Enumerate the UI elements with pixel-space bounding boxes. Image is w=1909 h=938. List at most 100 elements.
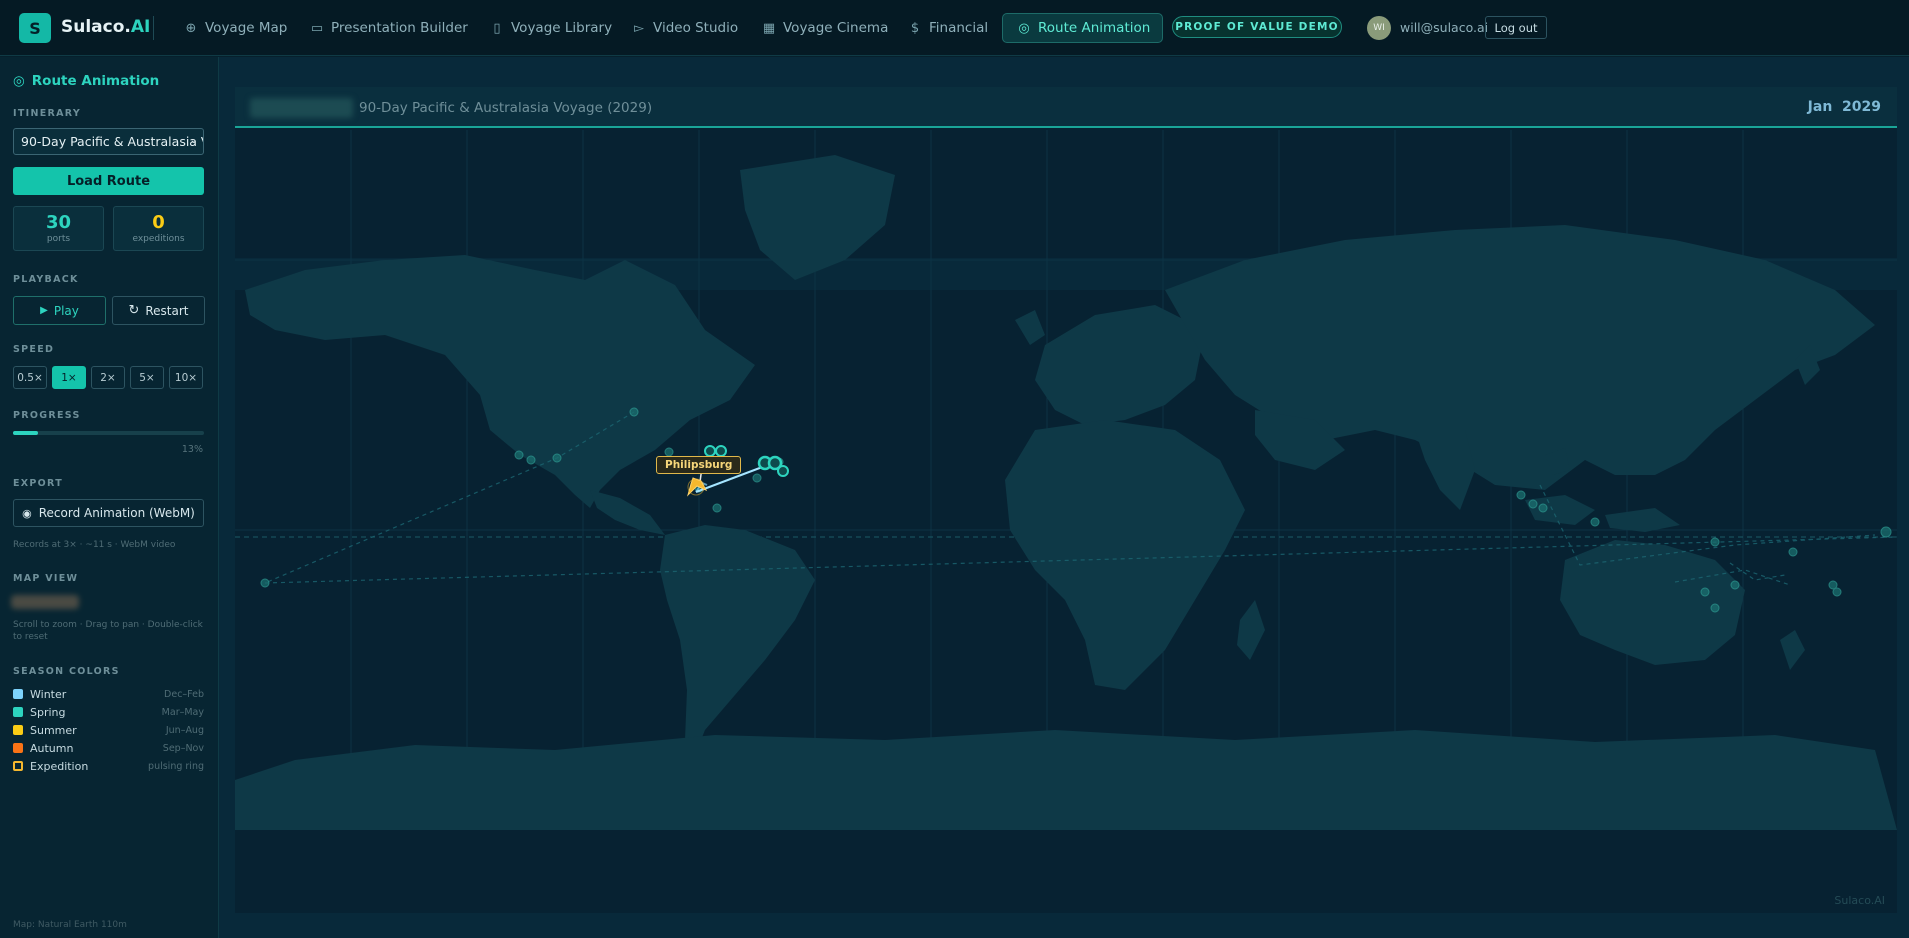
port-marker	[712, 503, 722, 513]
map-view-control[interactable]	[11, 595, 79, 609]
ports-label: ports	[46, 234, 71, 244]
route-icon: ◎	[1018, 20, 1030, 36]
season-winter: Winter Dec–Feb	[13, 687, 204, 701]
port-marker	[1538, 503, 1548, 513]
avatar[interactable]: WI	[1367, 16, 1391, 40]
central-america-land	[590, 490, 665, 535]
port-marker	[526, 455, 536, 465]
madagascar-land	[1237, 600, 1265, 660]
antarctica-land	[235, 730, 1897, 830]
speed-0-5x-button[interactable]: 0.5×	[13, 366, 47, 389]
port-marker	[629, 407, 639, 417]
dollar-icon: $	[910, 20, 920, 36]
europe-land	[1035, 305, 1205, 425]
logo-icon[interactable]: S	[19, 13, 51, 43]
season-spring: Spring Mar–May	[13, 705, 204, 719]
map-header: 90-Day Pacific & Australasia Voyage (202…	[235, 87, 1897, 128]
playback-label: PLAYBACK	[13, 274, 79, 285]
port-marker	[1710, 603, 1720, 613]
film-icon: ▦	[762, 20, 776, 36]
route-icon: ◎	[13, 73, 25, 89]
progress-bar	[13, 431, 204, 435]
map-view-note: Scroll to zoom · Drag to pan · Double-cl…	[13, 620, 203, 642]
record-animation-button[interactable]: ◉ Record Animation (WebM)	[13, 499, 204, 527]
nav-route-animation[interactable]: ◎ Route Animation	[1002, 13, 1164, 43]
port-marker	[1788, 547, 1798, 557]
port-marker	[1730, 580, 1740, 590]
map-frame[interactable]: 90-Day Pacific & Australasia Voyage (202…	[235, 87, 1897, 913]
speed-2x-button[interactable]: 2×	[91, 366, 125, 389]
port-marker	[715, 445, 727, 457]
export-label: EXPORT	[13, 478, 64, 489]
brand-name[interactable]: Sulaco.AI	[61, 17, 150, 37]
play-button[interactable]: ▶ Play	[13, 296, 106, 325]
client-logo	[250, 98, 353, 118]
world-map[interactable]	[235, 130, 1897, 830]
play-icon: ▶	[40, 305, 48, 316]
expeditions-count: 0	[152, 212, 165, 233]
speed-10x-button[interactable]: 10×	[169, 366, 203, 389]
new-zealand-land	[1780, 630, 1805, 670]
expedition-swatch	[13, 761, 23, 771]
port-marker	[1528, 499, 1538, 509]
top-navigation-bar: S Sulaco.AI ⊕ Voyage Map ▭ Presentation …	[0, 0, 1909, 56]
port-marker	[260, 578, 270, 588]
expeditions-stat-card: 0 expeditions	[113, 206, 204, 251]
map-stage: 90-Day Pacific & Australasia Voyage (202…	[219, 57, 1909, 938]
progress-percent: 13%	[181, 444, 203, 455]
panel-title: ◎ Route Animation	[13, 73, 160, 89]
africa-land	[1005, 420, 1245, 690]
port-marker	[704, 445, 716, 457]
map-source-note: Map: Natural Earth 110m	[13, 920, 127, 930]
map-view-label: MAP VIEW	[13, 573, 79, 584]
port-marker	[552, 453, 562, 463]
new-guinea-land	[1605, 508, 1680, 532]
user-email: will@sulaco.ai	[1400, 20, 1489, 35]
globe-icon: ⊕	[185, 20, 197, 36]
port-marker	[1590, 517, 1600, 527]
nav-video-studio[interactable]: ▻ Video Studio	[632, 16, 738, 40]
expeditions-label: expeditions	[132, 234, 185, 244]
port-marker	[664, 447, 674, 457]
voyage-title: 90-Day Pacific & Australasia Voyage (202…	[359, 100, 653, 116]
ports-stat-card: 30 ports	[13, 206, 104, 251]
map-watermark: Sulaco.AI	[1834, 894, 1885, 907]
winter-swatch	[13, 689, 23, 699]
port-marker	[514, 450, 524, 460]
record-icon: ◉	[22, 506, 32, 520]
british-isles-land	[1015, 310, 1045, 345]
port-marker	[1710, 537, 1720, 547]
load-route-button[interactable]: Load Route	[13, 167, 204, 195]
speed-1x-button[interactable]: 1×	[52, 366, 86, 389]
book-icon: ▯	[493, 20, 501, 36]
nav-presentation-builder[interactable]: ▭ Presentation Builder	[310, 16, 468, 40]
borneo-land	[1525, 495, 1595, 525]
nav-voyage-map[interactable]: ⊕ Voyage Map	[184, 16, 288, 40]
chevron-down-icon: ⌄	[189, 135, 198, 146]
nav-voyage-cinema[interactable]: ▦ Voyage Cinema	[762, 16, 889, 40]
current-date: Jan 2029	[1807, 99, 1881, 115]
current-port-tooltip: Philipsburg	[656, 456, 742, 474]
logout-button[interactable]: Log out	[1485, 16, 1547, 39]
record-note: Records at 3× · ~11 s · WebM video	[13, 540, 176, 550]
itinerary-select[interactable]: 90-Day Pacific & Australasia Voyage (202…	[13, 128, 204, 155]
ports-count: 30	[45, 212, 72, 233]
autumn-swatch	[13, 743, 23, 753]
port-marker	[1700, 587, 1710, 597]
season-autumn: Autumn Sep–Nov	[13, 741, 204, 755]
south-america-land	[660, 525, 815, 755]
port-marker	[752, 473, 762, 483]
nav-voyage-library[interactable]: ▯ Voyage Library	[490, 16, 612, 40]
speed-5x-button[interactable]: 5×	[130, 366, 164, 389]
restart-icon: ↻	[128, 303, 140, 318]
india-land	[1415, 430, 1475, 510]
port-marker	[1832, 587, 1842, 597]
progress-label: PROGRESS	[13, 410, 81, 421]
progress-bar-fill	[13, 431, 38, 435]
summer-swatch	[13, 725, 23, 735]
season-expedition: Expedition pulsing ring	[13, 759, 204, 773]
restart-button[interactable]: ↻ Restart	[112, 296, 205, 325]
video-icon: ▻	[634, 20, 644, 36]
nav-financial[interactable]: $ Financial	[908, 16, 988, 40]
spring-swatch	[13, 707, 23, 717]
